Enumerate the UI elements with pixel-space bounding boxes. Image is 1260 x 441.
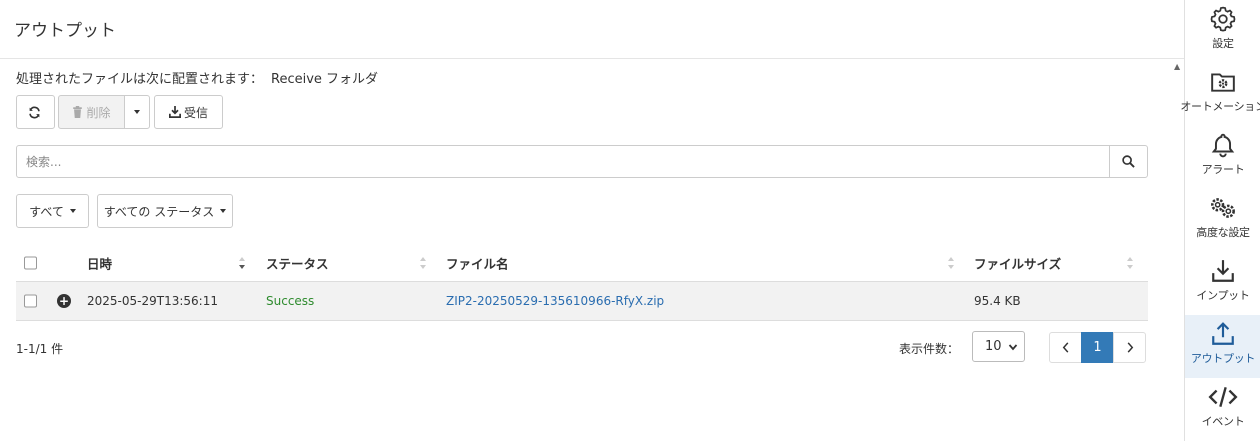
trash-icon — [73, 106, 83, 118]
status-filter-label: すべての ステータス — [103, 204, 215, 219]
search-button[interactable] — [1109, 146, 1147, 177]
delete-label: 削除 — [86, 105, 111, 120]
page-title: アウトプット — [14, 21, 116, 41]
table-row: + 2025-05-29T13:56:11 Success ZIP2-20250… — [16, 282, 1148, 321]
caret-down-icon — [134, 110, 140, 114]
download-icon — [1212, 260, 1234, 282]
expand-plus-icon[interactable]: + — [57, 294, 71, 308]
table-header: 日時 ステータス ファイル名 ファイルサイズ — [16, 245, 1148, 282]
sidebar-item-automation[interactable]: オートメーション — [1180, 63, 1260, 126]
main-panel: アウトプット ▲ 処理されたファイルは次に配置されます： Receive フォルダ… — [0, 0, 1184, 441]
sidebar-item-advanced-settings[interactable]: 高度な設定 — [1185, 189, 1260, 252]
sidebar-item-alerts[interactable]: アラート — [1185, 126, 1260, 189]
pagination: 1 — [1049, 332, 1146, 363]
row-datetime: 2025-05-29T13:56:11 — [87, 294, 218, 308]
prev-page-button[interactable] — [1049, 332, 1082, 363]
caret-down-icon — [69, 209, 76, 213]
select-all-checkbox[interactable] — [24, 256, 37, 270]
gear-icon — [1210, 6, 1236, 32]
scroll-up-arrow-icon[interactable]: ▲ — [1174, 62, 1180, 71]
gears-icon — [1211, 198, 1235, 218]
sidebar-item-input[interactable]: インプット — [1185, 252, 1260, 315]
output-table: 日時 ステータス ファイル名 ファイルサイズ + 2025-05-29T13:5… — [16, 245, 1148, 321]
output-location-info: 処理されたファイルは次に配置されます： Receive フォルダ — [16, 68, 378, 87]
sidebar-item-output[interactable]: アウトプット — [1185, 315, 1260, 378]
chevron-left-icon — [1062, 342, 1068, 353]
column-header-datetime[interactable]: 日時 — [87, 254, 112, 273]
sidebar-item-settings[interactable]: 設定 — [1185, 0, 1260, 63]
row-status: Success — [266, 294, 315, 308]
row-filesize: 95.4 KB — [974, 294, 1021, 308]
chevron-right-icon — [1127, 342, 1133, 353]
page-button-current[interactable]: 1 — [1081, 332, 1114, 363]
receive-button[interactable]: 受信 — [154, 95, 223, 129]
sort-desc-icon[interactable] — [238, 256, 246, 270]
row-checkbox[interactable] — [24, 294, 37, 308]
sidebar-item-label: アウトプット — [1190, 352, 1256, 365]
code-icon — [1208, 387, 1238, 407]
sort-icon[interactable] — [1126, 256, 1134, 270]
sort-icon[interactable] — [419, 256, 427, 270]
page-header: アウトプット — [0, 0, 1184, 59]
refresh-button[interactable] — [16, 95, 55, 129]
delete-dropdown-toggle[interactable] — [124, 95, 150, 129]
row-filename-link[interactable]: ZIP2-20250529-135610966-RfyX.zip — [446, 294, 664, 308]
caret-down-icon — [220, 209, 227, 213]
right-sidebar: 設定 オートメーション アラート 高度な設定 インプット アウトプット イベント — [1180, 0, 1260, 441]
type-filter-dropdown[interactable]: すべて — [16, 194, 89, 228]
column-header-status[interactable]: ステータス — [266, 254, 329, 273]
folder-gear-icon — [1211, 73, 1235, 92]
bell-icon — [1211, 133, 1235, 158]
page-size-select[interactable]: 10 — [972, 331, 1025, 362]
download-icon — [168, 106, 181, 118]
delete-button[interactable]: 削除 — [58, 95, 125, 129]
search-box — [16, 145, 1148, 178]
info-folder: Receive フォルダ — [271, 72, 379, 87]
sidebar-item-label: 設定 — [1212, 37, 1234, 50]
column-header-filesize[interactable]: ファイルサイズ — [974, 254, 1061, 273]
sidebar-item-label: オートメーション — [1180, 100, 1260, 113]
upload-icon — [1212, 322, 1234, 345]
sidebar-item-label: イベント — [1201, 415, 1245, 428]
sort-icon[interactable] — [947, 256, 955, 270]
sidebar-item-label: 高度な設定 — [1196, 226, 1250, 239]
status-filter-dropdown[interactable]: すべての ステータス — [97, 194, 233, 228]
search-icon — [1122, 155, 1135, 168]
type-filter-label: すべて — [29, 204, 64, 219]
sidebar-item-label: アラート — [1201, 163, 1245, 176]
sidebar-item-events[interactable]: イベント — [1185, 378, 1260, 441]
column-header-filename[interactable]: ファイル名 — [446, 254, 509, 273]
refresh-icon — [28, 106, 40, 118]
result-count: 1-1/1 件 — [16, 342, 64, 356]
search-input[interactable] — [17, 146, 1110, 177]
next-page-button[interactable] — [1113, 332, 1146, 363]
sidebar-item-label: インプット — [1196, 289, 1250, 302]
page-size-value: 10 — [985, 339, 1002, 354]
info-text: 処理されたファイルは次に配置されます： — [16, 72, 264, 87]
page-size-label: 表示件数： — [899, 342, 960, 356]
chevron-down-icon — [1008, 344, 1018, 351]
receive-label: 受信 — [183, 105, 208, 120]
